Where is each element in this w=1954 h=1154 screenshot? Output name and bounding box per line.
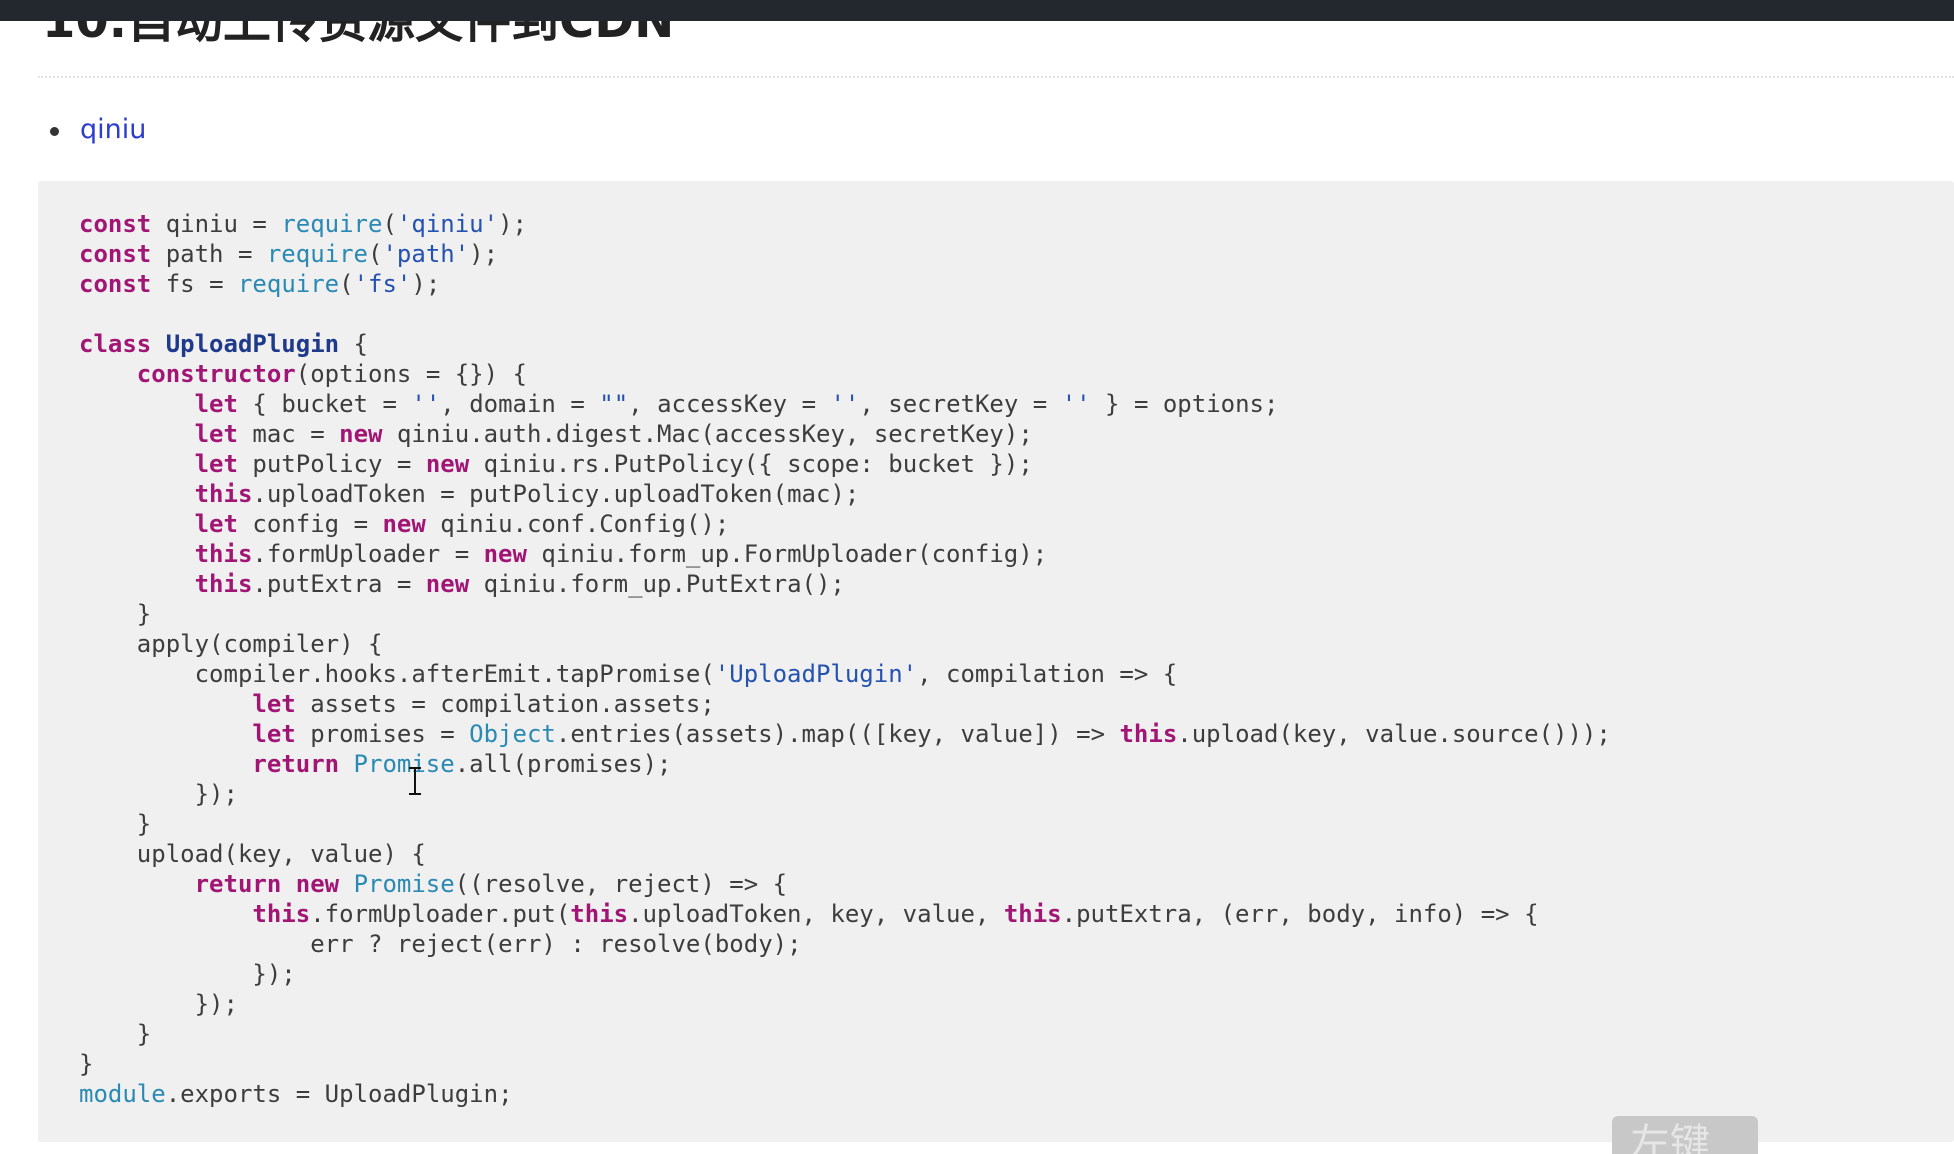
- code-line: let putPolicy = new qiniu.rs.PutPolicy({…: [194, 450, 1033, 478]
- code-line: let mac = new qiniu.auth.digest.Mac(acce…: [194, 420, 1033, 448]
- code-block: const qiniu = require('qiniu'); const pa…: [38, 181, 1954, 1142]
- code-line: class UploadPlugin {: [79, 330, 368, 358]
- code-line: err ? reject(err) : resolve(body);: [310, 930, 802, 958]
- code-content: const qiniu = require('qiniu'); const pa…: [79, 209, 1611, 1109]
- code-line: let { bucket = '', domain = "", accessKe…: [194, 390, 1279, 418]
- code-line: });: [252, 960, 296, 988]
- code-line: const fs = require('fs');: [79, 270, 441, 298]
- code-line: }: [136, 600, 152, 628]
- code-line: constructor(options = {}) {: [136, 360, 527, 388]
- code-line: return Promise.all(promises);: [252, 750, 672, 778]
- page-title: 10.自动上传资源文件到CDN: [42, 21, 675, 49]
- code-line: });: [194, 990, 238, 1018]
- code-line: }: [136, 810, 152, 838]
- code-line: const path = require('path');: [79, 240, 499, 268]
- heading-divider: [38, 76, 1954, 78]
- code-line: compiler.hooks.afterEmit.tapPromise('Upl…: [194, 660, 1178, 688]
- code-line: this.putExtra = new qiniu.form_up.PutExt…: [194, 570, 845, 598]
- code-line: upload(key, value) {: [136, 840, 426, 868]
- qiniu-link[interactable]: qiniu: [80, 108, 146, 152]
- code-line: return new Promise((resolve, reject) => …: [194, 870, 788, 898]
- code-line: module.exports = UploadPlugin;: [79, 1080, 513, 1108]
- code-line: this.uploadToken = putPolicy.uploadToken…: [194, 480, 860, 508]
- top-bar: [0, 0, 1954, 21]
- code-line: this.formUploader = new qiniu.form_up.Fo…: [194, 540, 1048, 568]
- code-line: let assets = compilation.assets;: [252, 690, 715, 718]
- code-line: let promises = Object.entries(assets).ma…: [252, 720, 1611, 748]
- watermark: 左键: [1612, 1116, 1758, 1154]
- code-line: apply(compiler) {: [136, 630, 383, 658]
- code-line: this.formUploader.put(this.uploadToken, …: [252, 900, 1539, 928]
- code-line: }: [136, 1020, 152, 1048]
- code-line: let config = new qiniu.conf.Config();: [194, 510, 730, 538]
- bullet-dot-icon: [50, 127, 59, 136]
- code-line: }: [79, 1050, 94, 1078]
- code-line: const qiniu = require('qiniu');: [79, 210, 527, 238]
- heading-area: 10.自动上传资源文件到CDN: [0, 21, 1954, 61]
- text-cursor-icon: [408, 766, 422, 796]
- watermark-text: 左键: [1630, 1121, 1710, 1154]
- code-line: });: [194, 780, 238, 808]
